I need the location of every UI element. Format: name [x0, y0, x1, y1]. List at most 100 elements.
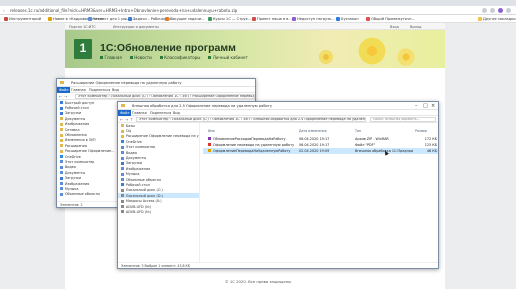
close-icon[interactable]: ×	[431, 103, 435, 109]
nav-item-home[interactable]: Главная	[100, 55, 122, 60]
bookmark-item[interactable]: Бухзакон	[336, 17, 359, 21]
file-size: 48 КБ	[426, 149, 437, 153]
extension-icon[interactable]	[490, 8, 495, 13]
path-bar: ← → ↑ Этот компьютер › Локальный диск (C…	[118, 116, 438, 123]
nav-item-classifiers[interactable]: Классификаторы	[159, 55, 200, 60]
nav-pane-label: Загрузки	[64, 176, 82, 181]
site-footer: © 1С 2020. Все права защищены	[224, 279, 292, 284]
folder-icon	[121, 172, 125, 176]
up-arrow-icon[interactable]: ↑	[130, 117, 133, 122]
window-title: Внешняя обработка для 2.5 Оформление пер…	[132, 104, 272, 108]
tab-home[interactable]: Главная	[132, 111, 147, 115]
nav-pane-label: Изображения	[125, 166, 151, 171]
nav-pane-label: Этот компьютер	[64, 159, 95, 164]
nav-pane-item[interactable]: ADVB-UFD (N:)	[118, 209, 199, 214]
folder-icon	[121, 178, 125, 182]
back-icon[interactable]: ‹	[3, 8, 5, 13]
column-header-date[interactable]: Дата изменения	[299, 129, 327, 134]
folder-icon	[121, 140, 125, 144]
nav-pane-label: Музыка	[125, 172, 140, 177]
titlebar[interactable]: Внешняя обработка для 2.5 Оформление пер…	[118, 102, 438, 110]
home-icon	[100, 56, 103, 59]
bookmark-item[interactable]: Курсы 1С — Струк...	[208, 17, 251, 21]
url-text[interactable]: releases.1c.ru/additional_file?nick=HRM3…	[10, 8, 237, 13]
file-row[interactable]: ОбновлениеРасходовПереводаНаРаботу 06.04.…	[203, 136, 438, 142]
back-arrow-icon[interactable]: ←	[120, 117, 123, 122]
bookmark-item[interactable]: Инструментарий	[4, 17, 41, 21]
folder-icon	[60, 171, 64, 175]
logout-link[interactable]: Выход	[410, 25, 421, 29]
folder-icon	[60, 138, 64, 142]
back-arrow-icon[interactable]: ←	[59, 94, 62, 99]
nav-pane-label: Обновления	[64, 133, 87, 138]
nav-item-news[interactable]: Новости	[129, 55, 152, 60]
nav-pane-label: Макросы Access (X:)	[125, 199, 162, 204]
file-row[interactable]: ОформлениеПереводаНаУдаленнуюРаботу 02.04…	[203, 148, 438, 154]
bookmark-icon	[4, 17, 8, 21]
address-bar[interactable]: ‹ releases.1c.ru/additional_file?nick=HR…	[0, 6, 516, 15]
minimize-icon[interactable]: –	[415, 103, 418, 109]
file-list: Имя Дата изменения Тип Размер Обновление…	[203, 123, 438, 262]
file-row[interactable]: Оформление перевода на удаленную работу 0…	[203, 142, 438, 148]
bookmark-item[interactable]: Недоступ нагрузк...	[292, 17, 335, 21]
titlebar[interactable]: Расширение Оформление перевода на удален…	[57, 79, 255, 87]
nav-item-account[interactable]: Личный кабинет	[208, 55, 248, 60]
folder-icon	[60, 187, 64, 191]
nav-pane-label: Изображения	[64, 181, 90, 186]
tab-view[interactable]: Вид	[112, 88, 119, 92]
address-path[interactable]: Этот компьютер › Локальный диск (C:) › О…	[136, 117, 366, 122]
nav-pane-item[interactable]: Расширение Оформление перевода на удал..…	[118, 134, 199, 139]
nav-pane-label: Загрузки	[125, 161, 143, 166]
bookmark-icon	[48, 17, 52, 21]
forward-arrow-icon[interactable]: →	[64, 94, 67, 99]
maximize-icon[interactable]: □	[423, 103, 428, 109]
flower-image	[395, 46, 417, 68]
bookmark-label: Инструментарий	[9, 17, 42, 21]
nav-pane-label: Объемные объекты	[125, 177, 162, 182]
folder-icon	[121, 156, 125, 160]
forward-arrow-icon[interactable]: →	[125, 117, 128, 122]
explorer-window-front[interactable]: Внешняя обработка для 2.5 Оформление пер…	[117, 101, 439, 269]
bookmarks-bar: Инструментарий Новое в «Кадровом учете» Че…	[0, 15, 516, 23]
nav-pane-label: Документы	[64, 116, 86, 121]
login-link[interactable]: Вход	[390, 25, 399, 29]
folder-icon	[121, 210, 125, 214]
tab-share[interactable]: Поделиться	[89, 88, 110, 92]
nav-pane-label: Расширения	[64, 143, 87, 148]
bookmark-item[interactable]: Проект наша в в...	[252, 17, 292, 21]
column-header-name[interactable]: Имя	[208, 129, 215, 134]
nav-pane-item[interactable]: Объемные объекты	[57, 192, 126, 197]
status-bar: Элементов: 3 Выбран 1 элемент: 43,8 КБ	[118, 262, 438, 268]
extension-icon[interactable]	[482, 8, 487, 13]
folder-icon	[60, 111, 64, 115]
bookmark-icon	[366, 17, 370, 21]
flower-image	[317, 48, 335, 66]
page-title: 1С:Обновление программ	[100, 42, 236, 54]
folder-icon	[60, 101, 64, 105]
address-path[interactable]: Этот компьютер › Локальный диск (C:) › О…	[75, 94, 255, 99]
bookmark-item[interactable]: Общий Промежуточн...	[366, 17, 415, 21]
topstrip-link[interactable]: Инструкции и документы	[113, 25, 159, 29]
topstrip-link[interactable]: Портал 1С:ИТС	[69, 25, 96, 29]
nav-pane-label: OneDrive	[125, 139, 142, 144]
bookmark-item[interactable]: Другие закладки	[478, 17, 516, 21]
folder-icon	[121, 145, 125, 149]
menu-icon[interactable]	[506, 8, 511, 13]
folder-icon	[60, 182, 64, 186]
tab-view[interactable]: Вид	[173, 111, 180, 115]
avatar[interactable]	[498, 8, 503, 13]
search-input[interactable]: Поиск: Внешняя обработк...	[370, 117, 436, 122]
folder-icon	[60, 81, 64, 84]
user-icon	[208, 56, 212, 59]
file-name: ОбновлениеРасходовПереводаНаРаботу	[213, 137, 286, 141]
status-text: Элементов: 2	[60, 203, 83, 207]
bookmark-item[interactable]: Текущие задачи...	[165, 17, 204, 21]
tab-share[interactable]: Поделиться	[150, 111, 171, 115]
column-header-type[interactable]: Тип	[355, 129, 361, 134]
file-name: ОформлениеПереводаНаУдаленнуюРаботу	[213, 149, 291, 153]
bookmark-icon	[128, 17, 132, 21]
bookmark-label: Текущие задачи...	[170, 17, 205, 21]
tab-home[interactable]: Главная	[71, 88, 86, 92]
column-header-size[interactable]: Размер	[415, 129, 427, 134]
site-topstrip: Портал 1С:ИТС Инструкции и документы Вхо…	[65, 23, 445, 30]
